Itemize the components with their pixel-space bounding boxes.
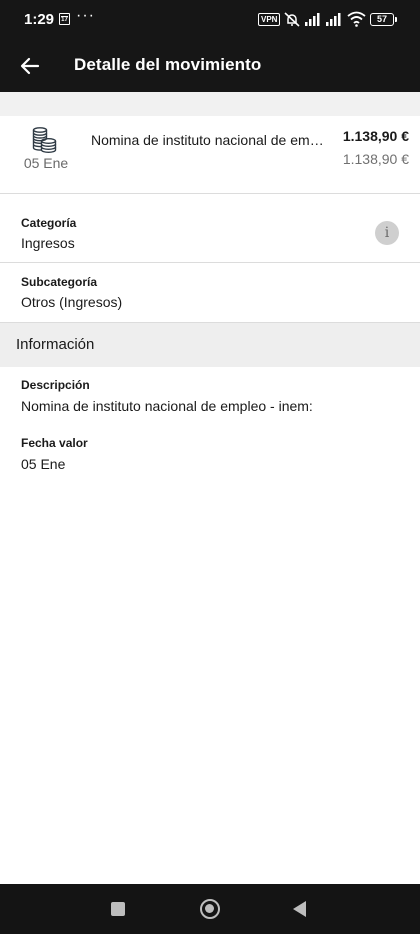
transaction-description: Nomina de instituto nacional de empleo -… bbox=[91, 132, 327, 148]
transaction-amount: 1.138,90 € bbox=[342, 128, 409, 144]
signal-icon bbox=[326, 13, 341, 26]
transaction-summary: 05 Ene Nomina de instituto nacional de e… bbox=[0, 116, 420, 194]
more-notifications-indicator: ··· bbox=[76, 7, 95, 24]
transaction-balance: 1.138,90 € bbox=[342, 151, 409, 167]
transaction-date: 05 Ene bbox=[23, 155, 69, 171]
arrow-left-icon bbox=[20, 57, 40, 75]
header-spacer bbox=[0, 92, 420, 116]
info-icon[interactable]: i bbox=[375, 221, 399, 245]
category-label: Categoría bbox=[21, 216, 77, 230]
recents-icon[interactable] bbox=[111, 902, 125, 916]
category-field: Categoría Ingresos bbox=[0, 195, 420, 262]
coins-icon bbox=[32, 127, 57, 153]
information-section-header: Información bbox=[0, 322, 420, 367]
back-button[interactable] bbox=[14, 50, 46, 82]
signal-icon bbox=[305, 13, 320, 26]
status-bar: 1:29 17 ··· VPN 57 bbox=[0, 0, 420, 40]
app-header: Detalle del movimiento bbox=[0, 40, 420, 92]
description-label: Descripción bbox=[21, 378, 90, 392]
navigation-bar bbox=[0, 884, 420, 934]
subcategory-label: Subcategoría bbox=[21, 275, 98, 289]
description-value: Nomina de instituto nacional de empleo -… bbox=[21, 398, 313, 414]
battery-icon: 57 bbox=[370, 13, 397, 26]
value-date-value: 05 Ene bbox=[21, 456, 66, 472]
home-icon[interactable] bbox=[200, 899, 220, 919]
section-title: Información bbox=[16, 336, 95, 353]
wifi-icon bbox=[347, 11, 366, 27]
subcategory-value: Otros (Ingresos) bbox=[21, 294, 123, 310]
calendar-day: 17 bbox=[61, 17, 68, 23]
page-title: Detalle del movimiento bbox=[74, 55, 262, 74]
mute-icon bbox=[284, 12, 300, 27]
vpn-icon: VPN bbox=[258, 13, 281, 26]
back-icon[interactable] bbox=[293, 901, 306, 917]
status-time: 1:29 bbox=[24, 11, 55, 28]
subcategory-field: Subcategoría Otros (Ingresos) bbox=[0, 263, 420, 321]
information-details: Descripción Nomina de instituto nacional… bbox=[0, 367, 420, 487]
value-date-label: Fecha valor bbox=[21, 436, 88, 450]
category-value: Ingresos bbox=[21, 235, 75, 251]
